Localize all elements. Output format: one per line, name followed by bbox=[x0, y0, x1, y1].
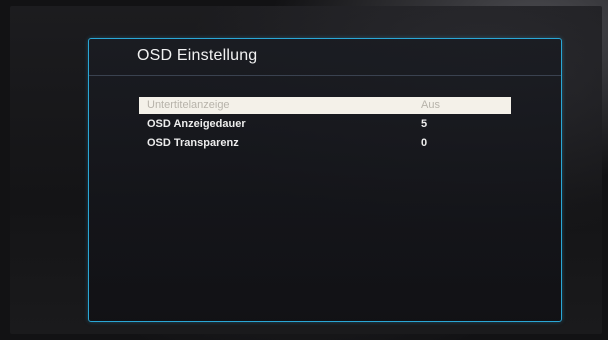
menu-item-label: Untertitelanzeige bbox=[147, 99, 230, 111]
menu-item-label: OSD Transparenz bbox=[147, 137, 239, 149]
menu-item-value: Aus bbox=[421, 99, 440, 111]
menu-item-value: 5 bbox=[421, 118, 428, 130]
osd-header: OSD Einstellung bbox=[89, 39, 561, 76]
osd-menu-list: Untertitelanzeige Aus OSD Anzeigedauer 5… bbox=[139, 97, 511, 154]
menu-item-osd-transparenz[interactable]: OSD Transparenz 0 bbox=[139, 135, 511, 152]
osd-settings-panel: OSD Einstellung Untertitelanzeige Aus OS… bbox=[88, 38, 562, 322]
osd-title: OSD Einstellung bbox=[137, 47, 258, 64]
menu-item-osd-anzeigedauer[interactable]: OSD Anzeigedauer 5 bbox=[139, 116, 511, 133]
menu-item-label: OSD Anzeigedauer bbox=[147, 118, 246, 130]
menu-item-untertitelanzeige[interactable]: Untertitelanzeige Aus bbox=[139, 97, 511, 114]
tv-screen: OSD Einstellung Untertitelanzeige Aus OS… bbox=[10, 6, 602, 334]
photo-background: OSD Einstellung Untertitelanzeige Aus OS… bbox=[0, 0, 608, 340]
menu-item-value: 0 bbox=[421, 137, 428, 149]
